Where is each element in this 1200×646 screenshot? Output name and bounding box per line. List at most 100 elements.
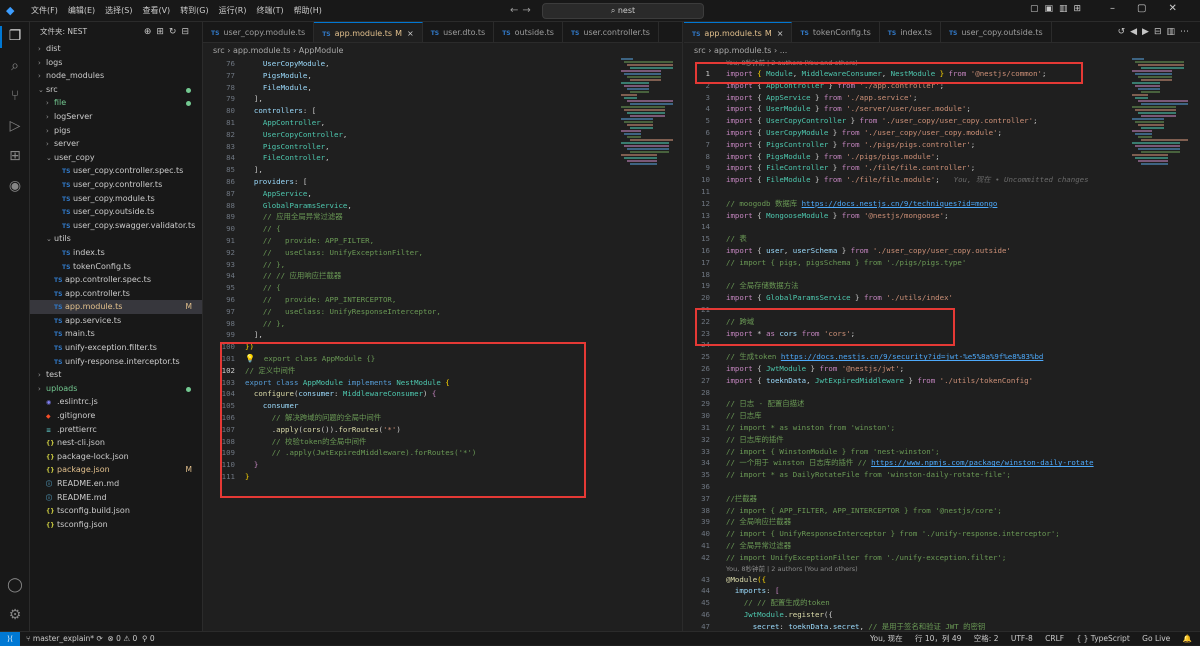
code-line[interactable]: 37 //拦截器 [684,493,1200,505]
code-line[interactable]: 30 // 日志库 [684,410,1200,422]
code-line[interactable]: 32 // 日志库的插件 [684,434,1200,446]
code-line[interactable]: 102 // 定义中间件 [203,365,682,377]
close-icon[interactable]: × [777,29,784,38]
code-line[interactable]: 96 // provide: APP_INTERCEPTOR, [203,294,682,306]
source-control-icon[interactable]: ⑂ [5,86,25,106]
code-line[interactable]: 5 import { UserCopyController } from './u… [684,115,1200,127]
code-line[interactable]: 12 // moogodb 数据库 https://docs.nestjs.cn/… [684,198,1200,210]
tree-item-folder[interactable]: › dist [30,42,202,56]
code-line[interactable]: 1 import { Module, MiddlewareConsumer, Ne… [684,68,1200,80]
tree-item-md[interactable]: ⓘ README.en.md [30,477,202,491]
code-line[interactable]: 9 import { FileController } from './file/… [684,162,1200,174]
code-line[interactable]: 3 import { AppService } from './app.servi… [684,92,1200,104]
code-line[interactable]: 23 import * as cors from 'cors'; [684,328,1200,340]
code-line[interactable]: 35 // import * as DailyRotateFile from 'w… [684,469,1200,481]
tree-item-ts[interactable]: TS user_copy.swagger.validator.ts [30,219,202,233]
menu-item[interactable]: 帮助(H) [289,0,327,22]
code-line[interactable]: 95 // { [203,282,682,294]
code-line[interactable]: 79 ], [203,93,682,105]
tree-item-json[interactable]: {} package-lock.json [30,450,202,464]
git-branch[interactable]: master_explain* [33,634,94,643]
command-center-search[interactable]: ⌕ nest [542,3,704,19]
extensions-icon[interactable]: ⊞ [5,146,25,166]
code-line[interactable]: 11 [684,186,1200,198]
code-line[interactable]: 17 // import { pigs, pigsSchema } from '.… [684,257,1200,269]
code-editor-right[interactable]: You, 8秒钟前 | 2 authors (You and others) 1 i… [684,58,1200,631]
tree-item-folder[interactable]: ⌄ utils [30,232,202,246]
encoding[interactable]: UTF-8 [1011,634,1033,643]
code-line[interactable]: 21 [684,304,1200,316]
code-line[interactable]: 106 // 解决跨域的问题的全局中间件 [203,412,682,424]
code-line[interactable]: 26 import { JwtModule } from '@nestjs/jwt… [684,363,1200,375]
code-line[interactable]: 10 import { FileModule } from './file/fil… [684,174,1200,186]
settings-gear-icon[interactable]: ⚙ [5,605,25,625]
code-line[interactable]: 19 // 全局存储数据方法 [684,280,1200,292]
notifications-bell-icon[interactable]: 🔔 [1183,634,1192,643]
menu-item[interactable]: 运行(R) [214,0,252,22]
code-line[interactable]: 82 UserCopyController, [203,129,682,141]
ports-count[interactable]: ⚲ 0 [142,634,155,643]
tree-item-ts[interactable]: TS app.controller.ts [30,287,202,301]
code-line[interactable]: 29 // 日志 - 配置自描述 [684,398,1200,410]
code-line[interactable]: 45 // // 配置生成的token [684,597,1200,609]
tree-item-ts[interactable]: TS index.ts [30,246,202,260]
code-line[interactable]: 88 GlobalParamsService, [203,200,682,212]
run-debug-icon[interactable]: ▷ [5,116,25,136]
tree-item-eslint[interactable]: ◉ .eslintrc.js [30,395,202,409]
code-line[interactable]: 38 // import { APP_FILTER, APP_INTERCEPTO… [684,505,1200,517]
line-ending[interactable]: CRLF [1045,634,1064,643]
code-line[interactable]: 14 [684,221,1200,233]
code-line[interactable]: 16 import { user, userSchema } from './us… [684,245,1200,257]
tree-item-md[interactable]: ⓘ README.md [30,491,202,505]
code-line[interactable]: 81 AppController, [203,117,682,129]
tree-item-folder[interactable]: ⌄ user_copy [30,151,202,165]
lightbulb-icon[interactable]: 💡 [245,353,255,365]
tree-item-ts[interactable]: TS user_copy.controller.ts [30,178,202,192]
code-line[interactable]: 43 @Module({ [684,574,1200,586]
code-line[interactable]: 22 // 跨域 [684,316,1200,328]
explorer-actions-icon[interactable]: ⊕⊞↻⊟ [144,22,194,42]
tree-item-git[interactable]: ◆ .gitignore [30,409,202,423]
editor-tab[interactable]: TS user_copy.module.ts [203,22,315,42]
sync-icon[interactable]: ⟳ [96,634,102,643]
tree-item-json[interactable]: {} tsconfig.json [30,518,202,532]
nav-arrows-icon[interactable]: ←→ [510,5,535,17]
code-line[interactable]: 85 ], [203,164,682,176]
remote-indicator-icon[interactable]: ⟩⟨ [0,632,20,646]
breadcrumb-item[interactable]: ... [780,46,788,55]
code-line[interactable]: 91 // provide: APP_FILTER, [203,235,682,247]
git-blame-codelens[interactable]: You, 8秒钟前 | 2 authors (You and others) [726,58,858,68]
tree-item-ts[interactable]: TS app.service.ts [30,314,202,328]
breadcrumb-item[interactable]: src [694,46,706,55]
scrollbar-right[interactable] [1188,58,1198,631]
search-icon[interactable]: ⌕ [5,56,25,76]
editor-tab[interactable]: TS app.module.ts M × [684,22,793,42]
code-line[interactable]: 20 import { GlobalParamsService } from '.… [684,292,1200,304]
code-line[interactable]: 42 // import UnifyExceptionFilter from '.… [684,552,1200,564]
editor-tab[interactable]: TS outside.ts [494,22,563,42]
tree-item-folder[interactable]: › file [30,96,202,110]
code-line[interactable]: 39 // 全局响应拦截器 [684,516,1200,528]
breadcrumb-item[interactable]: src [213,46,225,55]
tree-item-folder[interactable]: › pigs [30,124,202,138]
go-live-button[interactable]: Go Live [1142,634,1170,643]
explorer-icon[interactable]: ❐ [5,26,25,46]
breadcrumb-right[interactable]: src › app.module.ts › ... [694,44,787,57]
git-blame-codelens[interactable]: You, 8秒钟前 | 2 authors (You and others) [726,564,858,574]
code-line[interactable]: 103 export class AppModule implements Nes… [203,377,682,389]
editor-tab[interactable]: TS index.ts [880,22,941,42]
editor-tab[interactable]: TS app.module.ts M × [314,22,423,42]
indentation[interactable]: 空格: 2 [974,634,999,643]
breadcrumb-item[interactable]: AppModule [299,46,344,55]
window-controls[interactable]: –▢✕ [1110,3,1199,14]
code-line[interactable]: 93 // }, [203,259,682,271]
language-mode[interactable]: { } TypeScript [1076,634,1129,643]
menu-item[interactable]: 编辑(E) [63,0,100,22]
code-line[interactable]: 8 import { PigsModule } from './pigs/pigs… [684,151,1200,163]
tree-item-folder[interactable]: › node_modules [30,69,202,83]
scrollbar-left[interactable] [673,58,682,631]
code-line[interactable]: 87 AppService, [203,188,682,200]
tree-item-folder[interactable]: › logServer [30,110,202,124]
tree-item-ts[interactable]: TS tokenConfig.ts [30,260,202,274]
code-line[interactable]: 89 // 应用全局异常过滤器 [203,211,682,223]
